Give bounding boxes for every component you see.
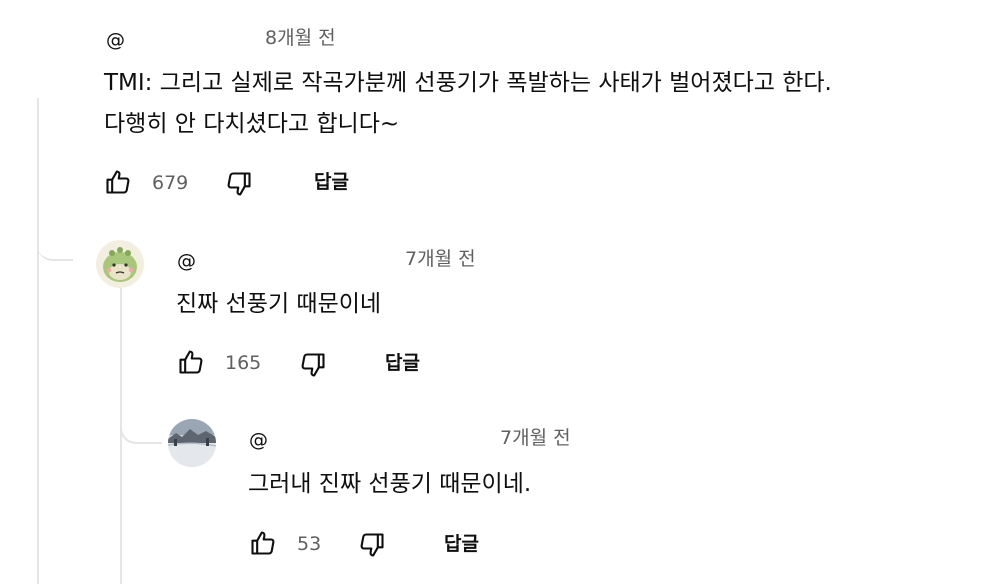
comment-author[interactable]: @ bbox=[177, 249, 196, 273]
comment-timestamp[interactable]: 8개월 전 bbox=[265, 26, 336, 50]
thread-connector-reply-2 bbox=[120, 410, 162, 444]
reply-button[interactable]: 답글 bbox=[385, 351, 420, 375]
dislike-button[interactable] bbox=[223, 168, 255, 200]
thumbs-up-icon bbox=[179, 350, 203, 374]
thumbs-down-icon bbox=[227, 172, 251, 196]
reply-button[interactable]: 답글 bbox=[444, 532, 479, 556]
comment-author[interactable]: @ bbox=[249, 428, 268, 452]
thread-line-main bbox=[37, 98, 39, 584]
like-button[interactable] bbox=[102, 166, 134, 198]
dislike-button[interactable] bbox=[356, 529, 388, 561]
dinosaur-avatar-icon bbox=[96, 240, 144, 288]
thumbs-down-icon bbox=[301, 353, 325, 377]
thumbs-up-icon bbox=[106, 170, 130, 194]
comment-text-line-2: 다행히 안 다치셨다고 합니다~ bbox=[104, 111, 400, 137]
comment-timestamp[interactable]: 7개월 전 bbox=[405, 247, 476, 271]
dislike-button[interactable] bbox=[297, 349, 329, 381]
avatar[interactable] bbox=[96, 240, 144, 288]
comment-author[interactable]: @ bbox=[106, 28, 125, 52]
thumbs-down-icon bbox=[360, 533, 384, 557]
like-button[interactable] bbox=[175, 346, 207, 378]
thumbs-up-icon bbox=[251, 531, 275, 555]
comment-text-line-1: 그러내 진짜 선풍기 때문이네. bbox=[248, 471, 532, 497]
like-count: 53 bbox=[297, 533, 322, 555]
snowy-landscape-avatar-icon bbox=[168, 419, 216, 467]
comment-timestamp[interactable]: 7개월 전 bbox=[500, 426, 571, 450]
comment-text-line-1: 진짜 선풍기 때문이네 bbox=[176, 291, 382, 317]
avatar[interactable] bbox=[168, 419, 216, 467]
reply-button[interactable]: 답글 bbox=[314, 170, 349, 194]
like-count: 679 bbox=[152, 172, 189, 194]
like-count: 165 bbox=[225, 352, 262, 374]
thread-connector-reply-1 bbox=[37, 225, 73, 261]
like-button[interactable] bbox=[247, 527, 279, 559]
comment-text-line-1: TMI: 그리고 실제로 작곡가분께 선풍기가 폭발하는 사태가 벌어졌다고 한… bbox=[104, 70, 832, 96]
